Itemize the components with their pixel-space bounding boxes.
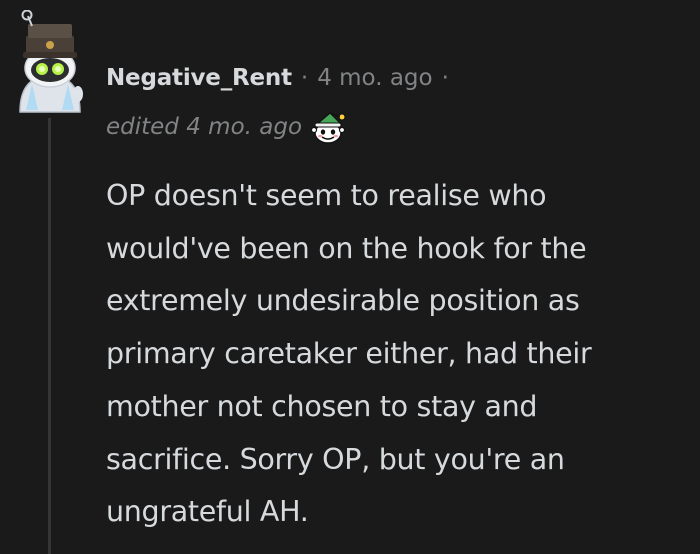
- comment-line: OP doesn't seem to realise who: [106, 179, 547, 212]
- comment-line: would've been on the hook for the: [106, 231, 587, 265]
- thread-collapse-line[interactable]: [48, 118, 51, 554]
- comment-line: ungrateful AH.: [106, 495, 309, 529]
- author-username[interactable]: Negative_Rent: [106, 65, 292, 91]
- comment-meta: Negative_Rent · 4 mo. ago ·: [106, 58, 458, 98]
- user-avatar-icon[interactable]: [12, 10, 88, 114]
- meta-separator: ·: [300, 65, 309, 91]
- comment-line: extremely undesirable position as: [106, 284, 580, 318]
- comment-line: sacrifice. Sorry OP, but you're an: [106, 442, 565, 476]
- comment-line: mother not chosen to stay and: [106, 389, 538, 423]
- comment-body: OP doesn't seem to realise who would've …: [106, 170, 686, 539]
- award-icon[interactable]: [308, 107, 348, 147]
- comment-timestamp[interactable]: 4 mo. ago: [317, 65, 432, 91]
- meta-separator-trailing: ·: [441, 65, 449, 91]
- edited-label: edited 4 mo. ago: [106, 114, 303, 140]
- edited-row: edited 4 mo. ago: [106, 107, 348, 147]
- comment-line: primary caretaker either, had their: [106, 337, 592, 371]
